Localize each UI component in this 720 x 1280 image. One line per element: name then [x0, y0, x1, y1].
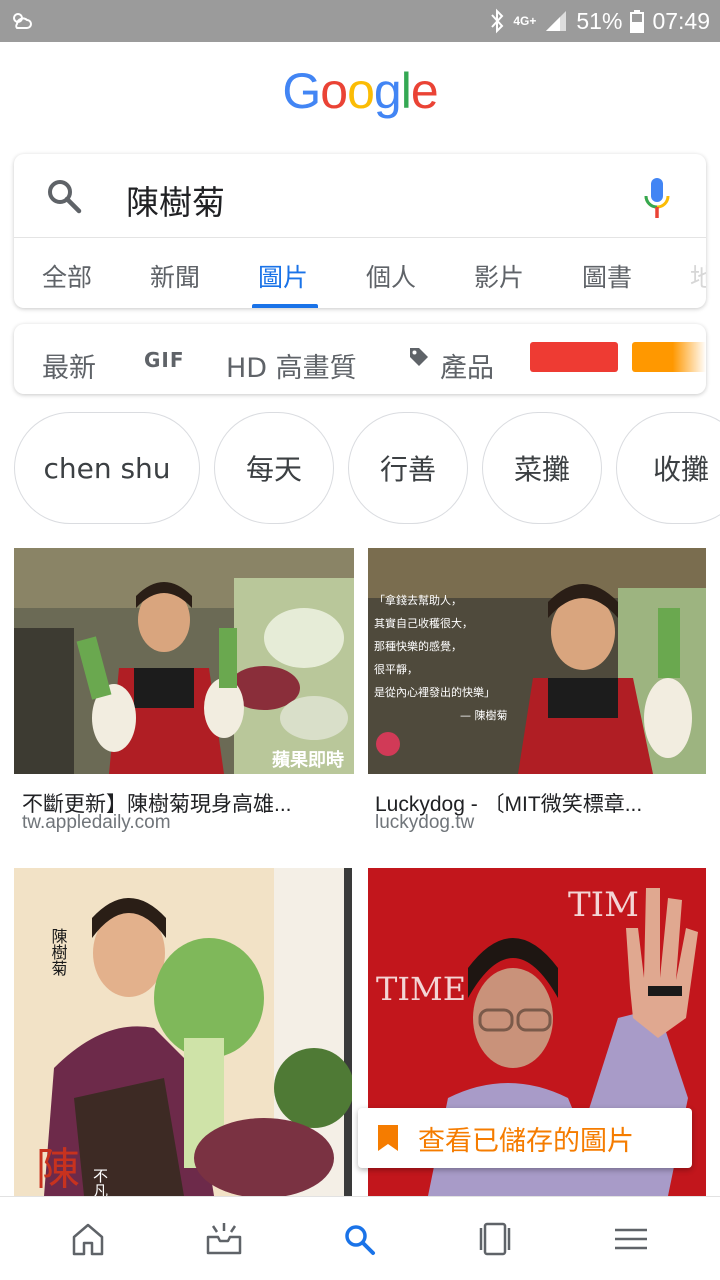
banner-top: TIM [568, 885, 639, 925]
battery-icon [630, 10, 645, 33]
bluetooth-icon [491, 8, 504, 34]
tab-people[interactable]: 個人 [366, 258, 416, 294]
watermark-text: 蘋果即時 [272, 750, 344, 771]
quote-line: — 陳樹菊 [460, 709, 508, 722]
color-filter-red[interactable] [530, 342, 618, 372]
weather-icon [13, 13, 32, 29]
logo-letter: o [320, 63, 348, 119]
tab-all[interactable]: 全部 [42, 258, 92, 294]
clock: 07:49 [652, 7, 710, 34]
google-logo[interactable]: Google [0, 62, 720, 120]
result-image-3[interactable]: 陳樹菊 陳 不凡 [14, 868, 352, 1196]
quote-line: 是從內心裡發出的快樂」 [374, 685, 495, 699]
search-tabs: 全部 新聞 圖片 個人 影片 圖書 地 [14, 238, 706, 308]
search-input[interactable]: 陳樹菊 [126, 176, 225, 224]
search-icon[interactable] [44, 176, 84, 216]
network-type: 4G+ [513, 14, 537, 28]
cover-big-char: 陳 [36, 1144, 80, 1195]
logo-letter: o [347, 63, 375, 119]
chip-vegetable-stall[interactable]: 菜攤 [482, 412, 602, 524]
logo-letter: g [373, 63, 402, 119]
search-bar[interactable]: 陳樹菊 [14, 154, 706, 238]
quote-line: 「拿錢去幫助人， [374, 593, 462, 607]
signal-icon [546, 11, 567, 31]
filter-bar: 最新 GIF HD 高畫質 產品 [14, 324, 706, 394]
chip-close-stall[interactable]: 收攤 [616, 412, 720, 524]
home-icon[interactable] [68, 1221, 108, 1257]
tab-maps[interactable]: 地 [690, 258, 706, 294]
updates-icon[interactable] [204, 1221, 244, 1257]
quote-line: 那種快樂的感覺， [374, 639, 462, 653]
result-site-2: luckydog.tw [375, 812, 475, 833]
filter-latest[interactable]: 最新 [42, 346, 96, 385]
result-image-2[interactable]: 「拿錢去幫助人， 其實自己收穫很大， 那種快樂的感覺， 很平靜， 是從內心裡發出的快樂」… [368, 548, 706, 774]
tab-videos[interactable]: 影片 [474, 258, 524, 294]
search-nav-icon[interactable] [340, 1221, 380, 1257]
chip-charity[interactable]: 行善 [348, 412, 468, 524]
menu-icon[interactable] [611, 1221, 651, 1257]
filter-hd[interactable]: HD 高畫質 [226, 346, 357, 385]
result-image-1[interactable]: 蘋果即時 [14, 548, 354, 774]
microphone-icon[interactable] [642, 176, 672, 220]
chip-every-day[interactable]: 每天 [214, 412, 334, 524]
color-filter-orange[interactable] [632, 342, 706, 372]
quote-line: 很平靜， [374, 662, 418, 676]
result-site-1: tw.appledaily.com [22, 812, 171, 833]
view-saved-images-label: 查看已儲存的圖片 [418, 1125, 634, 1157]
active-tab-indicator [252, 304, 318, 308]
filter-products[interactable]: 產品 [440, 346, 494, 385]
filter-gif[interactable]: GIF [144, 348, 185, 372]
battery-percent: 51% [576, 7, 623, 34]
logo-letter: G [282, 63, 321, 119]
quote-line: 其實自己收穫很大， [374, 616, 473, 630]
bookmark-icon [378, 1125, 398, 1151]
view-saved-images-button[interactable]: 查看已儲存的圖片 [358, 1108, 692, 1168]
status-bar: 4G+ 51% 07:49 [0, 0, 720, 42]
logo-letter: l [400, 63, 412, 119]
logo-letter: e [410, 63, 439, 119]
tab-news[interactable]: 新聞 [150, 258, 200, 294]
tag-icon [410, 348, 428, 366]
bottom-navigation [0, 1196, 720, 1280]
search-card: 陳樹菊 全部 新聞 圖片 個人 影片 圖書 地 [14, 154, 706, 308]
tab-images[interactable]: 圖片 [258, 258, 308, 294]
recent-tabs-icon[interactable] [475, 1221, 515, 1257]
cover-name: 陳樹菊 [49, 928, 68, 977]
tab-books[interactable]: 圖書 [582, 258, 632, 294]
chip-chen-shu[interactable]: chen shu [14, 412, 200, 524]
banner-mid: TIME [376, 970, 466, 1008]
cover-side-text: 不凡 [91, 1168, 109, 1196]
